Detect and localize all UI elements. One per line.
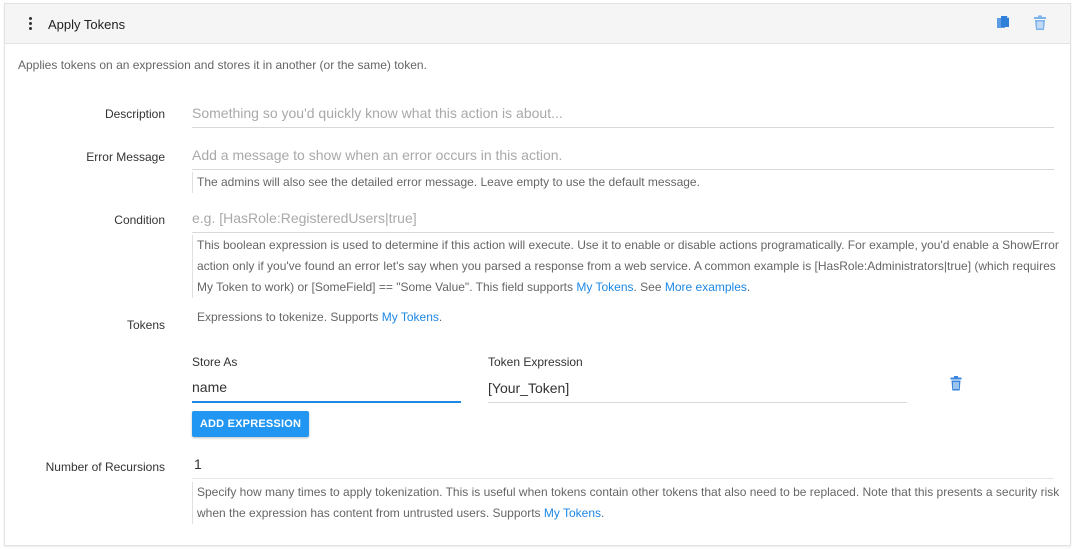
my-tokens-link[interactable]: My Tokens	[576, 280, 633, 294]
store-as-field	[192, 373, 461, 403]
recursions-help: Specify how many times to apply tokeniza…	[192, 482, 1062, 524]
description-field	[192, 98, 1054, 128]
condition-field	[192, 203, 1054, 233]
error-message-input[interactable]	[192, 140, 1054, 169]
error-message-label: Error Message	[86, 150, 165, 164]
card-header: Apply Tokens	[5, 4, 1070, 44]
error-message-help: The admins will also see the detailed er…	[192, 172, 1062, 193]
store-as-label: Store As	[192, 355, 238, 369]
condition-help-line: My Token to work) or [SomeField] == "Som…	[197, 280, 751, 294]
recursions-field	[192, 449, 1054, 479]
my-tokens-link[interactable]: My Tokens	[544, 506, 601, 520]
add-expression-button[interactable]: ADD EXPRESSION	[192, 411, 309, 437]
my-tokens-link[interactable]: My Tokens	[382, 310, 439, 324]
recursions-help-line: Specify how many times to apply tokeniza…	[197, 485, 1060, 499]
token-expression-input[interactable]	[488, 373, 907, 402]
condition-help-line: This boolean expression is used to deter…	[197, 238, 1059, 252]
condition-help-line: action only if you've found an error let…	[197, 259, 1056, 273]
recursions-help-line: when the expression has content from unt…	[197, 506, 605, 520]
tokens-label: Tokens	[126, 318, 165, 332]
error-message-field	[192, 140, 1054, 170]
trash-icon[interactable]	[950, 376, 962, 391]
copy-icon[interactable]	[996, 15, 1010, 31]
condition-label: Condition	[114, 213, 165, 227]
token-expression-label: Token Expression	[488, 355, 583, 369]
card-title: Apply Tokens	[48, 17, 126, 32]
trash-icon[interactable]	[1033, 15, 1047, 31]
recursions-label: Number of Recursions	[45, 460, 165, 474]
more-examples-link[interactable]: More examples	[665, 280, 747, 294]
vertical-dots-icon[interactable]	[27, 16, 33, 32]
recursions-input[interactable]	[192, 449, 1054, 478]
condition-input[interactable]	[192, 203, 1054, 232]
condition-help: This boolean expression is used to deter…	[192, 235, 1062, 298]
token-expression-field	[488, 373, 907, 403]
description-input[interactable]	[192, 98, 1054, 127]
tokens-help: Expressions to tokenize. Supports My Tok…	[197, 310, 443, 324]
description-label: Description	[104, 107, 165, 121]
intro-text: Applies tokens on an expression and stor…	[18, 58, 427, 72]
store-as-input[interactable]	[192, 373, 461, 401]
